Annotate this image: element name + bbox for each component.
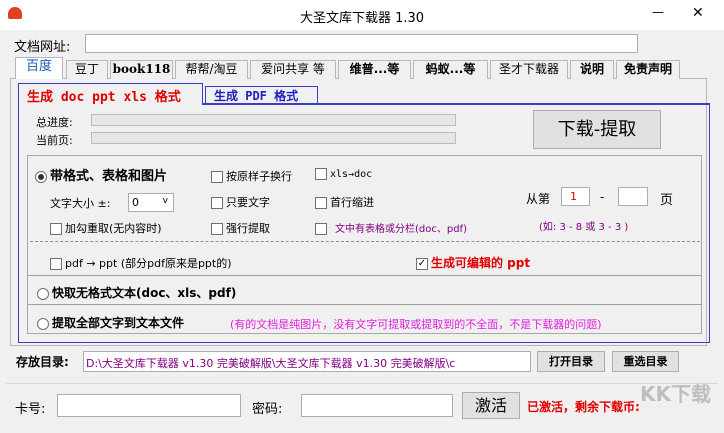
pdf-ppt-checkbox[interactable]: pdf → ppt (部分pdf原来是ppt的) (50, 255, 232, 271)
save-dir-label: 存放目录: (16, 355, 69, 369)
text-only-label: 只要文字 (226, 196, 270, 209)
save-dir-input[interactable]: D:\大圣文库下载器 v1.30 完美破解版\大圣文库下载器 v1.30 完美破… (83, 351, 531, 372)
mode-formatted-label: 带格式、表格和图片 (50, 169, 168, 184)
tab-iask[interactable]: 爱问共享 等 (250, 60, 336, 79)
keep-lines-checkbox[interactable]: 按原样子换行 (211, 168, 292, 184)
url-input[interactable] (85, 34, 638, 53)
to-page-input[interactable] (618, 187, 648, 206)
page-progress-label: 当前页: (36, 134, 73, 147)
tab-book118[interactable]: book118 (110, 60, 173, 79)
tab-disclaimer[interactable]: 免责声明 (616, 60, 680, 79)
divider (27, 304, 702, 305)
range-dash: - (600, 190, 605, 204)
card-input[interactable] (57, 394, 241, 417)
window-title: 大圣文库下载器 1.30 (299, 11, 425, 26)
page-unit-label: 页 (660, 193, 674, 208)
minimize-button[interactable]: — (652, 5, 664, 19)
download-button[interactable]: 下载-提取 (533, 110, 661, 149)
tab-help[interactable]: 说明 (570, 60, 614, 79)
force-checkbox[interactable]: 强行提取 (211, 220, 270, 236)
watermark-logo: KK下载 (640, 382, 711, 406)
divider (27, 275, 702, 276)
activate-button[interactable]: 激活 (462, 392, 520, 419)
subtab-doc[interactable]: 生成 doc ppt xls 格式 (18, 83, 203, 105)
tab-docin[interactable]: 豆丁 (66, 60, 108, 79)
has-table-checkbox[interactable]: 文中有表格或分栏(doc、pdf) (315, 220, 467, 235)
password-label: 密码: (252, 402, 283, 417)
page-progress-bar (91, 132, 456, 144)
subtab-pdf[interactable]: 生成 PDF 格式 (205, 86, 318, 104)
tab-bangbang[interactable]: 帮帮/淘豆 (175, 60, 248, 79)
chevron-down-icon: v (162, 196, 168, 206)
recheck-label: 加勾重取(无内容时) (65, 222, 162, 235)
font-size-label: 文字大小 ±: (50, 197, 111, 210)
mode-all-text-radio[interactable]: 提取全部文字到文本文件 (37, 314, 184, 331)
first-indent-label: 首行缩进 (330, 196, 374, 209)
divider (6, 383, 718, 384)
has-table-label: 文中有表格或分栏(doc、pdf) (335, 224, 467, 235)
dashed-divider (30, 241, 700, 242)
xls-doc-label: xls→doc (330, 169, 373, 180)
total-progress-bar (91, 114, 456, 126)
editable-ppt-label: 生成可编辑的 ppt (431, 256, 531, 270)
close-button[interactable]: ✕ (692, 5, 704, 21)
url-label: 文档网址: (14, 40, 71, 55)
keep-lines-label: 按原样子换行 (226, 170, 292, 183)
tab-mayi[interactable]: 蚂蚁...等 (413, 60, 488, 79)
password-input[interactable] (301, 394, 453, 417)
mode-formatted-radio[interactable]: 带格式、表格和图片 (35, 165, 167, 184)
all-text-note: (有的文档是纯图片，没有文字可提取或提取到的不全面，不是下载器的问题) (230, 318, 602, 331)
mode-quick-text-label: 快取无格式文本(doc、xls、pdf) (52, 286, 237, 300)
from-page-input[interactable]: 1 (561, 187, 590, 206)
from-label: 从第 (526, 192, 551, 206)
force-label: 强行提取 (226, 222, 270, 235)
mode-quick-text-radio[interactable]: 快取无格式文本(doc、xls、pdf) (37, 284, 236, 301)
card-label: 卡号: (15, 402, 46, 417)
font-size-select[interactable]: 0v (128, 193, 174, 212)
editable-ppt-checkbox[interactable]: ✓ 生成可编辑的 ppt (416, 254, 530, 271)
activation-status: 已激活，剩余下载币: (527, 400, 640, 414)
tab-baidu[interactable]: 百度 (15, 57, 63, 79)
recheck-checkbox[interactable]: 加勾重取(无内容时) (50, 220, 162, 236)
first-indent-checkbox[interactable]: 首行缩进 (315, 194, 374, 210)
reselect-dir-button[interactable]: 重选目录 (612, 351, 679, 372)
text-only-checkbox[interactable]: 只要文字 (211, 194, 270, 210)
xls-doc-checkbox[interactable]: xls→doc (315, 168, 372, 180)
open-dir-button[interactable]: 打开目录 (537, 351, 605, 372)
range-example: (如: 3 - 8 或 3 - 3 ) (539, 222, 629, 233)
font-size-value: 0 (132, 196, 139, 209)
total-progress-label: 总进度: (36, 116, 73, 129)
mode-all-text-label: 提取全部文字到文本文件 (52, 316, 185, 330)
tab-weipu[interactable]: 维普...等 (338, 60, 411, 79)
tab-shengcai[interactable]: 圣才下载器 (490, 60, 568, 79)
pdf-ppt-label: pdf → ppt (部分pdf原来是ppt的) (65, 257, 232, 270)
